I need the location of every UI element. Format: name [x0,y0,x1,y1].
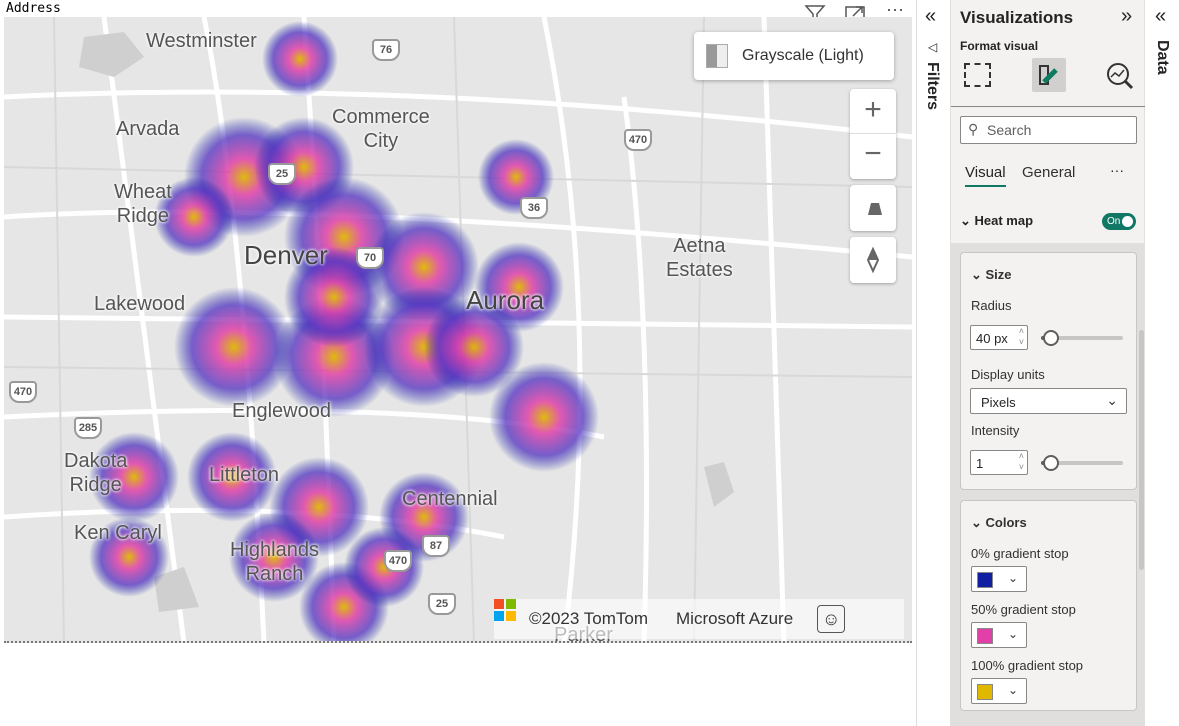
data-pane: « Data [1145,0,1179,726]
tab-visual[interactable]: Visual [965,164,1006,187]
heat-map-section-toggle[interactable]: ⌄ Heat map [960,213,1033,229]
intensity-label: Intensity [971,423,1020,438]
zoom-controls: + − [850,89,896,179]
place-label: Ken Caryl [74,522,162,544]
pitch-icon [868,203,882,215]
more-options-button[interactable]: ··· [1110,162,1124,178]
microsoft-logo-icon [494,599,516,621]
report-canvas: Address ⋯ Westminster Arvada Commerce Ci… [0,0,916,726]
place-label: Littleton [209,464,280,486]
highway-shield: 470 [624,129,652,151]
stop-100-color-picker[interactable]: ⌄ [971,678,1027,704]
viz-title: Visualizations [960,8,1074,27]
highway-shield: 36 [520,197,548,219]
azure-logo: Microsoft Azure [494,599,793,629]
filter-funnel-icon: ◁ [928,40,938,54]
map-attribution: ©2023 TomTom Microsoft Azure ☺ [494,599,904,639]
zoom-out-button[interactable]: − [850,134,896,179]
expand-viz-icon[interactable]: » [1121,5,1132,28]
collapse-data-icon[interactable]: « [1155,5,1166,28]
zoom-in-button[interactable]: + [850,89,896,134]
stop-50-color-picker[interactable]: ⌄ [971,622,1027,648]
filters-pane: « ◁ Filters [916,0,950,726]
heat-map[interactable]: Westminster Arvada Commerce City Wheat Ridge D… [4,17,912,643]
place-label: Aetna Estates [666,235,733,281]
data-label[interactable]: Data [1153,40,1171,75]
visual-title: Address [6,1,61,16]
feedback-smiley-icon[interactable]: ☺ [817,605,846,633]
tab-general[interactable]: General [1022,164,1075,181]
highway-shield: 76 [372,39,400,61]
highway-shield: 285 [74,417,102,439]
highway-shield: 470 [9,381,37,403]
radius-input[interactable]: 40 px ˄ ˅ [970,325,1028,350]
heat-spot [344,527,424,607]
visualizations-pane: Visualizations » Format visual ⚲ Search … [950,0,1145,726]
stop-0-label: 0% gradient stop [971,546,1069,561]
highway-shield: 87 [422,535,450,557]
place-label: Lakewood [94,293,186,315]
filters-label[interactable]: Filters [923,62,941,110]
highway-shield: 25 [268,163,296,185]
highway-shield: 70 [356,247,384,269]
intensity-input[interactable]: 1 ˄ ˅ [970,450,1028,475]
place-label: Aurora [466,285,545,315]
map-roads [4,17,912,641]
colors-card: ⌄ Colors 0% gradient stop ⌄ 50% gradient… [960,500,1137,711]
search-icon: ⚲ [968,121,979,137]
pane-scrollbar[interactable] [1139,330,1144,570]
search-input[interactable]: ⚲ Search [960,116,1137,144]
colors-section-toggle[interactable]: ⌄ Colors [971,515,1027,531]
place-label: Arvada [116,118,180,140]
pitch-button[interactable] [850,185,896,231]
map-style-label: Grayscale (Light) [742,47,864,64]
analytics-icon[interactable] [1106,62,1134,95]
highway-shield: 470 [384,550,412,572]
compass-icon [866,246,880,274]
stop-0-color-picker[interactable]: ⌄ [971,566,1027,592]
radius-slider[interactable] [1041,330,1123,346]
place-label: Wheat Ridge [114,181,172,227]
heat-map-on-toggle[interactable]: On [1102,213,1136,230]
copyright-text: ©2023 TomTom [529,609,648,628]
place-label: Commerce City [332,106,430,152]
format-visual-label: Format visual [960,39,1039,53]
display-units-dropdown[interactable]: Pixels ⌄ [970,388,1127,414]
place-label: Highlands Ranch [230,539,319,585]
place-label: Englewood [232,400,331,422]
size-card: ⌄ Size Radius 40 px ˄ ˅ Display units Pixe… [960,252,1137,490]
size-section-toggle[interactable]: ⌄ Size [971,267,1012,283]
place-label: Westminster [146,30,257,52]
compass-button[interactable] [850,237,896,283]
radius-label: Radius [971,298,1012,313]
format-visual-icon[interactable] [1032,58,1066,92]
map-style-icon [706,44,728,68]
stop-50-label: 50% gradient stop [971,602,1076,617]
intensity-slider[interactable] [1041,455,1123,471]
stop-100-label: 100% gradient stop [971,658,1084,673]
display-units-label: Display units [971,367,1045,382]
map-style-picker[interactable]: Grayscale (Light) [694,32,894,80]
place-label: Centennial [402,488,498,510]
place-label: Denver [244,240,328,270]
heat-spot [262,21,338,97]
place-label: Dakota Ridge [64,450,128,496]
collapse-filters-icon[interactable]: « [925,5,936,28]
build-visual-icon[interactable] [964,63,991,87]
highway-shield: 25 [428,593,456,615]
heat-spot [489,362,599,472]
